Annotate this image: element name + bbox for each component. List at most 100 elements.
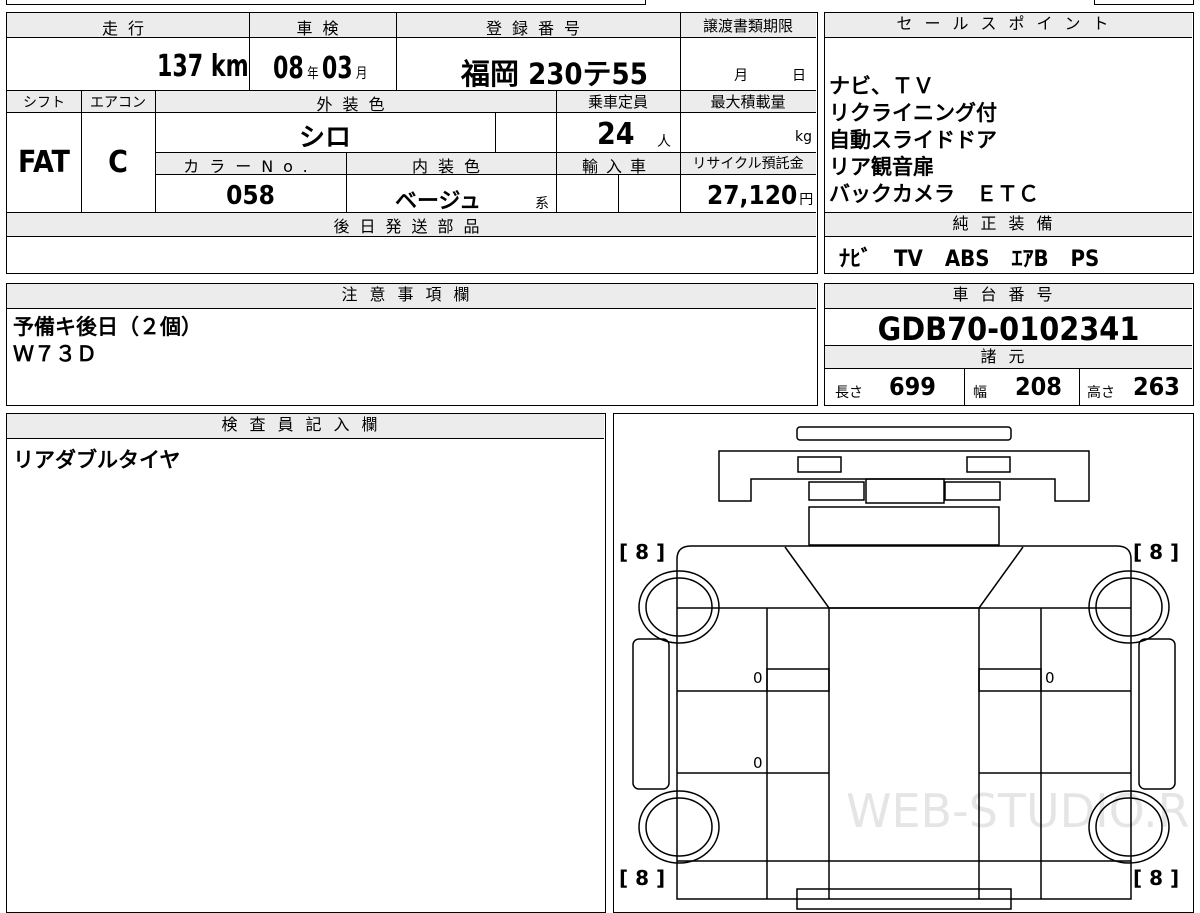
body-outline <box>676 545 1132 900</box>
capacity-label: 乗車定員 <box>587 93 648 111</box>
tire-label-rear-right: [ 8 ] <box>1133 866 1179 890</box>
grid-line <box>346 152 347 212</box>
grid-line <box>155 152 816 153</box>
grid-line <box>249 13 250 90</box>
wheel-front-left <box>638 570 720 644</box>
grid-line <box>825 308 1192 309</box>
grid-line <box>1079 368 1080 405</box>
interior-color-value: ベージュ <box>395 189 482 214</box>
grid-line <box>7 308 816 309</box>
transfer-day-unit: 日 <box>792 68 806 84</box>
grid-line <box>825 236 1192 237</box>
rear-door-outline <box>718 450 1090 502</box>
rear-plate-center <box>865 478 945 504</box>
grid-line <box>825 37 1192 38</box>
mileage-label: 走行 <box>101 19 154 38</box>
grid-line <box>155 174 816 175</box>
inspection-label: 車検 <box>296 19 349 38</box>
inspector-text: リアダブルタイヤ <box>13 448 181 472</box>
sales-point-item: ナビ、ＴＶ <box>829 74 934 98</box>
wheel-front-right <box>1088 570 1170 644</box>
inspection-date: 08 年 03 月 <box>273 51 368 86</box>
width-value: 208 <box>1015 372 1062 401</box>
left-fender <box>632 638 670 790</box>
tire-label-rear-left: [ 8 ] <box>619 866 665 890</box>
sales-points-list: ナビ、ＴＶ リクライニング付 自動スライドドア リア観音扉 バックカメラ ＥＴＣ <box>829 73 1039 208</box>
height-value: 263 <box>1133 372 1180 401</box>
interior-color-suffix: 系 <box>535 196 549 212</box>
recycle-label: リサイクル預託金 <box>692 156 804 172</box>
capacity-value: 24 <box>597 117 635 152</box>
right-fender <box>1138 638 1176 790</box>
rear-step <box>808 506 1000 546</box>
notes-header: 注意事項欄 <box>7 284 816 308</box>
height-label: 高さ <box>1087 385 1115 401</box>
width-label: 幅 <box>973 385 987 401</box>
shift-label: シフト <box>23 95 65 111</box>
grid-line <box>7 90 816 91</box>
note-line: 予備キ後日（２個） <box>13 315 202 339</box>
wheel-front-right-inner <box>1095 577 1163 637</box>
aircon-label: エアコン <box>90 95 146 111</box>
top-strip-right <box>1094 0 1194 5</box>
registration-label: 登録番号 <box>485 19 590 38</box>
genuine-equipment-header: 純正装備 <box>825 213 1192 236</box>
rear-light-left <box>797 456 842 473</box>
inspector-header: 検査員記入欄 <box>7 414 604 438</box>
notes-text: 予備キ後日（２個） Ｗ７３Ｄ <box>13 314 202 368</box>
vehicle-diagram: [ 8 ] [ 8 ] [ 8 ] [ 8 ] 0 0 0 WEB-STUDIO… <box>619 426 1192 910</box>
notes-panel: 注意事項欄 予備キ後日（２個） Ｗ７３Ｄ <box>6 283 818 406</box>
registration-number: 福岡 230テ55 <box>461 57 648 91</box>
grid-line <box>825 368 1192 369</box>
sales-point-item: バックカメラ ＥＴＣ <box>829 182 1039 206</box>
aircon-value: C <box>108 145 128 180</box>
tire-label-front-right: [ 8 ] <box>1133 540 1179 564</box>
chassis-panel: 車台番号 GDB70-0102341 諸元 長さ 699 幅 208 高さ 26… <box>824 283 1194 406</box>
rear-plate-right <box>944 481 1001 501</box>
exterior-color-value: シロ <box>298 123 351 153</box>
side-window-left-1 <box>766 668 830 692</box>
grid-line <box>81 90 82 212</box>
grid-line <box>556 90 557 212</box>
grid-line <box>618 174 619 212</box>
grid-line <box>7 112 816 113</box>
sales-point-item: リクライニング付 <box>829 101 997 125</box>
damage-mark: 0 <box>753 669 763 687</box>
color-no-value: 058 <box>226 181 275 211</box>
wheel-rear-left-inner <box>645 797 713 857</box>
length-value: 699 <box>889 372 936 401</box>
transfer-month-unit: 月 <box>734 68 748 84</box>
side-window-right-1 <box>978 668 1042 692</box>
mileage-value: 137 km <box>157 49 249 84</box>
chassis-header: 車台番号 <box>825 284 1192 308</box>
tire-label-front-left: [ 8 ] <box>619 540 665 564</box>
chassis-number: GDB70-0102341 <box>877 310 1140 348</box>
grid-line <box>495 112 496 152</box>
grid-line <box>7 212 816 213</box>
grid-line <box>7 438 604 439</box>
damage-mark: 0 <box>753 754 763 772</box>
sales-point-item: リア観音扉 <box>829 155 934 179</box>
max-load-unit: kg <box>795 129 812 145</box>
transfer-deadline-label: 譲渡書類期限 <box>702 17 793 35</box>
shift-value: FAT <box>18 145 70 180</box>
rear-window <box>784 546 1024 609</box>
length-label: 長さ <box>835 385 863 401</box>
grid-line <box>964 368 965 405</box>
grid-line <box>155 90 156 212</box>
vehicle-info-table: 走行 車検 登録番号 譲渡書類期限 137 km 08 年 03 月 福岡 230テ5… <box>6 12 818 274</box>
vehicle-diagram-panel: [ 8 ] [ 8 ] [ 8 ] [ 8 ] 0 0 0 WEB-STUDIO… <box>613 413 1194 913</box>
sales-points-panel: セールスポイント ナビ、ＴＶ リクライニング付 自動スライドドア リア観音扉 バ… <box>824 12 1194 274</box>
recycle-value: 27,120 円 <box>707 181 814 211</box>
wheel-rear-left <box>638 790 720 864</box>
max-load-label: 最大積載量 <box>710 93 786 111</box>
later-parts-label: 後日発送部品 <box>333 217 490 236</box>
genuine-equipment-value: ﾅﾋﾞ TV ABS ｴｱB PS <box>839 247 1100 272</box>
grid-line <box>7 37 816 38</box>
specs-header: 諸元 <box>825 346 1192 368</box>
sales-points-header: セールスポイント <box>825 13 1192 37</box>
top-strip-left <box>6 0 646 5</box>
sales-point-item: 自動スライドドア <box>829 128 997 152</box>
inspector-panel: 検査員記入欄 リアダブルタイヤ <box>6 413 606 913</box>
grid-line <box>396 13 397 90</box>
